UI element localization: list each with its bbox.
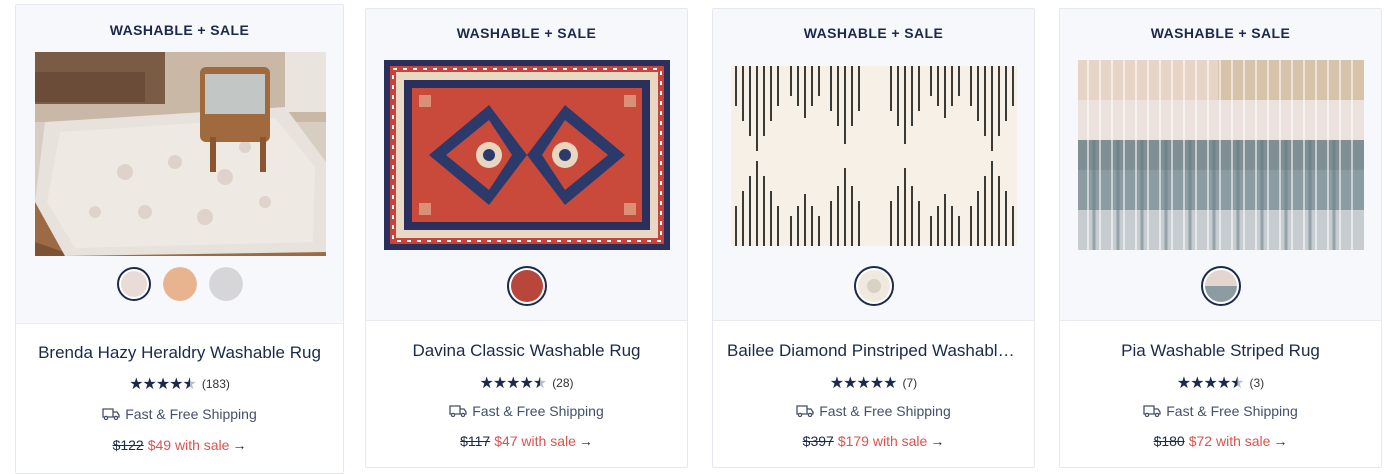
color-swatches: [16, 267, 343, 301]
shipping-label: Fast & Free Shipping: [125, 406, 257, 422]
swatch-color: [162, 267, 197, 301]
product-image-pia-rug[interactable]: [1078, 60, 1364, 250]
shipping-label: Fast & Free Shipping: [1166, 403, 1298, 419]
truck-icon: [102, 407, 120, 423]
product-title[interactable]: Pia Washable Striped Rug: [1074, 341, 1367, 361]
product-rating[interactable]: ★★★★★ (183): [16, 374, 343, 394]
arrow-right-icon: →: [232, 437, 247, 453]
original-price: $117: [460, 433, 491, 449]
swatch-option-1[interactable]: [1200, 266, 1241, 306]
arrow-right-icon: →: [930, 433, 945, 449]
product-badge: WASHABLE + SALE: [456, 25, 597, 41]
shipping-label: Fast & Free Shipping: [819, 403, 951, 419]
sale-price: $47 with sale: [494, 433, 576, 449]
star-rating-icon: ★★★★★: [829, 375, 898, 392]
swatch-color: [510, 270, 543, 302]
price-line[interactable]: $117 $47 with sale →: [366, 433, 687, 449]
truck-icon: [1143, 404, 1161, 420]
star-rating-icon: ★★★★★: [129, 376, 197, 393]
original-price: $180: [1153, 433, 1185, 449]
review-count: (3): [1249, 376, 1265, 390]
color-swatches: [366, 266, 687, 306]
product-image-davina-rug[interactable]: [384, 60, 670, 250]
shipping-info: Fast & Free Shipping: [366, 403, 687, 420]
swatch-color: [857, 270, 890, 302]
sale-price: $72 with sale: [1188, 433, 1271, 449]
original-price: $397: [802, 433, 834, 449]
product-card-bailee[interactable]: WASHABLE + SALE Bailee Diamond Pinstripe…: [712, 8, 1035, 468]
swatch-option-1[interactable]: [116, 267, 151, 301]
product-badge: WASHABLE + SALE: [1150, 25, 1291, 41]
swatch-option-1[interactable]: [853, 266, 894, 306]
product-rating[interactable]: ★★★★★ (7): [713, 373, 1034, 393]
star-rating-icon: ★★★★★: [479, 375, 547, 392]
swatch-color: [208, 267, 243, 301]
price-line[interactable]: $397 $179 with sale →: [713, 433, 1034, 449]
shipping-label: Fast & Free Shipping: [472, 403, 604, 419]
swatch-option-2[interactable]: [162, 267, 197, 301]
price-line[interactable]: $180 $72 with sale →: [1060, 433, 1381, 449]
product-card-pia[interactable]: WASHABLE + SALE Pia Washable Striped Rug…: [1059, 8, 1382, 468]
product-image-bailee-rug[interactable]: [731, 66, 1017, 246]
sale-price: $179 with sale: [837, 433, 928, 449]
swatch-option-1[interactable]: [506, 266, 547, 306]
price-line[interactable]: $122 $49 with sale →: [16, 437, 343, 453]
review-count: (7): [902, 376, 918, 390]
shipping-info: Fast & Free Shipping: [713, 403, 1034, 420]
shipping-info: Fast & Free Shipping: [16, 406, 343, 423]
swatch-option-3[interactable]: [208, 267, 243, 301]
product-badge: WASHABLE + SALE: [109, 22, 250, 38]
original-price: $122: [112, 437, 144, 453]
product-title[interactable]: Brenda Hazy Heraldry Washable Rug: [30, 343, 329, 363]
product-card-davina[interactable]: WASHABLE + SALE Davina Classic Washable …: [365, 8, 688, 468]
product-rating[interactable]: ★★★★★ (3): [1060, 373, 1381, 393]
product-rating[interactable]: ★★★★★ (28): [366, 373, 687, 393]
arrow-right-icon: →: [578, 433, 593, 449]
product-image-brenda-rug[interactable]: [35, 52, 326, 256]
product-title[interactable]: Davina Classic Washable Rug: [380, 341, 673, 361]
product-card-brenda[interactable]: WASHABLE + SALE Brenda Hazy Heraldry Was…: [15, 4, 344, 474]
arrow-right-icon: →: [1273, 433, 1288, 449]
color-swatches: [713, 266, 1034, 306]
color-swatches: [1060, 266, 1381, 306]
product-badge: WASHABLE + SALE: [803, 25, 944, 41]
review-count: (183): [201, 377, 230, 391]
product-title[interactable]: Bailee Diamond Pinstriped Washable Rug: [727, 341, 1020, 361]
swatch-color: [120, 271, 147, 297]
star-rating-icon: ★★★★★: [1176, 375, 1245, 392]
review-count: (28): [552, 376, 574, 390]
sale-price: $49 with sale: [147, 437, 230, 453]
shipping-info: Fast & Free Shipping: [1060, 403, 1381, 420]
truck-icon: [796, 404, 814, 420]
truck-icon: [449, 404, 467, 420]
swatch-color: [1204, 270, 1237, 302]
